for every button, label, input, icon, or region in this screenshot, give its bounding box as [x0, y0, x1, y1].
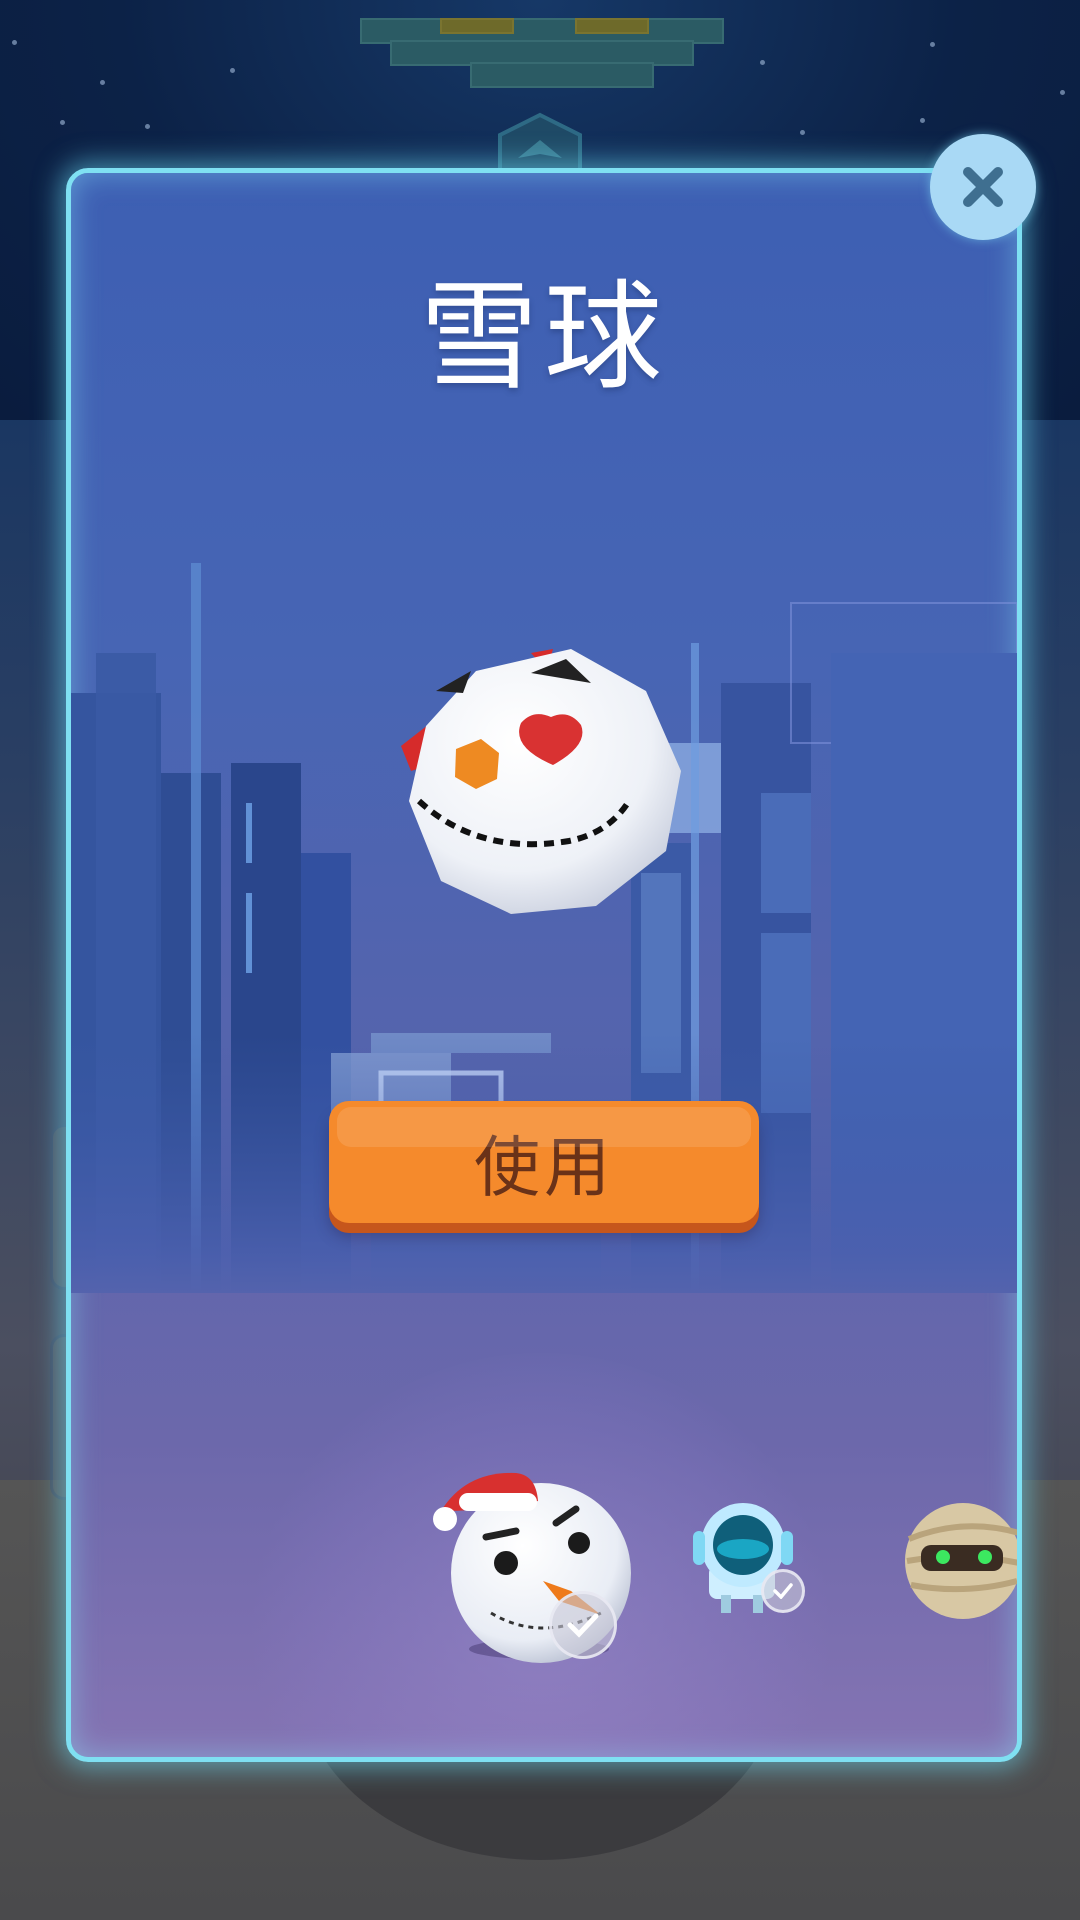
- owned-check-icon: [761, 1569, 805, 1613]
- mummy-ball-icon: [905, 1503, 1017, 1619]
- close-button[interactable]: [930, 134, 1036, 240]
- skin-preview-dialog: 雪球 使用: [66, 168, 1022, 1762]
- use-button-label: 使用: [474, 1129, 614, 1206]
- background-bricks: [360, 18, 740, 98]
- skin-title: 雪球: [419, 268, 668, 406]
- owned-check-icon: [549, 1591, 617, 1659]
- close-icon: [963, 167, 1003, 207]
- snowball-skin-preview: [401, 649, 681, 914]
- skin-item-robot[interactable]: [691, 1495, 805, 1619]
- use-button[interactable]: 使用: [329, 1101, 759, 1223]
- skin-item-snowman[interactable]: [431, 1463, 631, 1663]
- skin-item-mummy[interactable]: [903, 1499, 1017, 1623]
